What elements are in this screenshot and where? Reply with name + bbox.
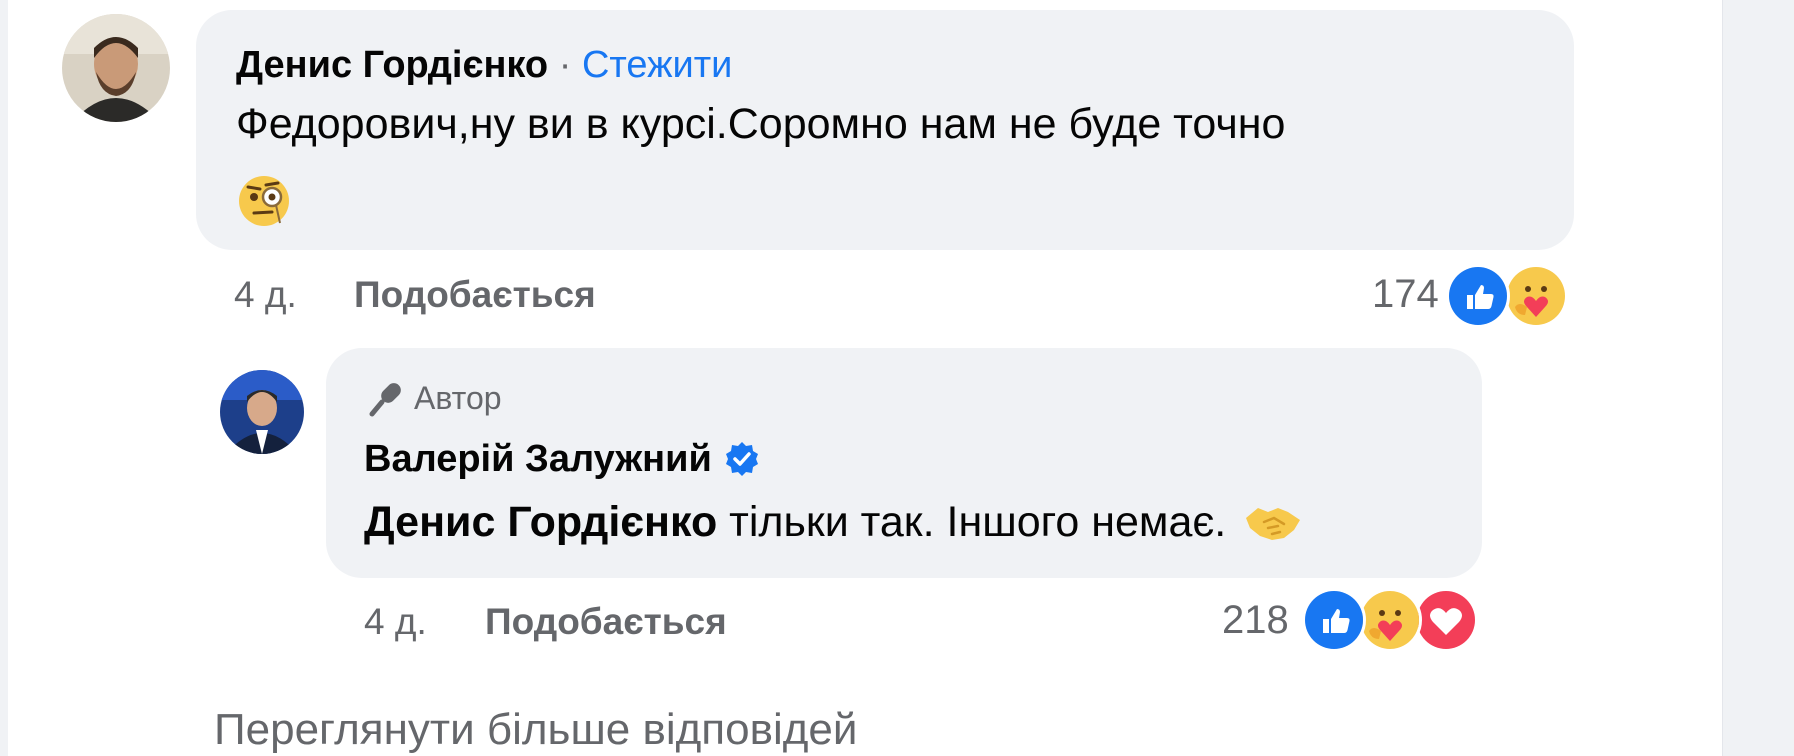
right-scroll-area [1722, 0, 1794, 756]
reply-text-body: тільки так. Іншого немає. [717, 498, 1227, 546]
follow-link[interactable]: Стежити [582, 44, 732, 86]
comment-reaction-count[interactable]: 174 [1372, 272, 1439, 317]
comment-timestamp[interactable]: 4 д. [234, 274, 297, 316]
comment-like-button[interactable]: Подобається [354, 274, 596, 316]
comment-text: Федорович,ну ви в курсі.Соромно нам не б… [236, 100, 1286, 148]
reply-reaction-count[interactable]: 218 [1222, 598, 1289, 643]
reply-like-button[interactable]: Подобається [485, 601, 727, 643]
reply-text: Денис Гордієнко тільки так. Іншого немає… [364, 496, 1302, 548]
love-icon[interactable] [1414, 588, 1478, 652]
reply-avatar[interactable] [220, 370, 304, 454]
care-icon[interactable] [1358, 588, 1422, 652]
commenter-avatar[interactable] [62, 14, 170, 122]
author-badge-label: Автор [414, 379, 502, 416]
reply-mention-link[interactable]: Денис Гордієнко [364, 496, 717, 548]
header-separator: · [558, 44, 572, 86]
reply-author-name[interactable]: Валерій Залужний [364, 436, 712, 482]
comment-header: Денис Гордієнко · Стежити [236, 42, 732, 88]
verified-badge-icon [724, 441, 760, 477]
microphone-icon [364, 378, 404, 418]
view-more-replies-link[interactable]: Переглянути більше відповідей [214, 704, 857, 756]
author-badge: Автор [364, 378, 502, 418]
care-icon[interactable] [1504, 264, 1568, 328]
reply-header: Валерій Залужний [364, 436, 760, 482]
like-icon[interactable] [1302, 588, 1366, 652]
like-icon[interactable] [1446, 264, 1510, 328]
monocle-emoji-icon [236, 173, 292, 229]
comment-author-name[interactable]: Денис Гордієнко [236, 44, 548, 86]
reply-timestamp[interactable]: 4 д. [364, 601, 427, 643]
handshake-emoji-icon [1244, 500, 1302, 544]
